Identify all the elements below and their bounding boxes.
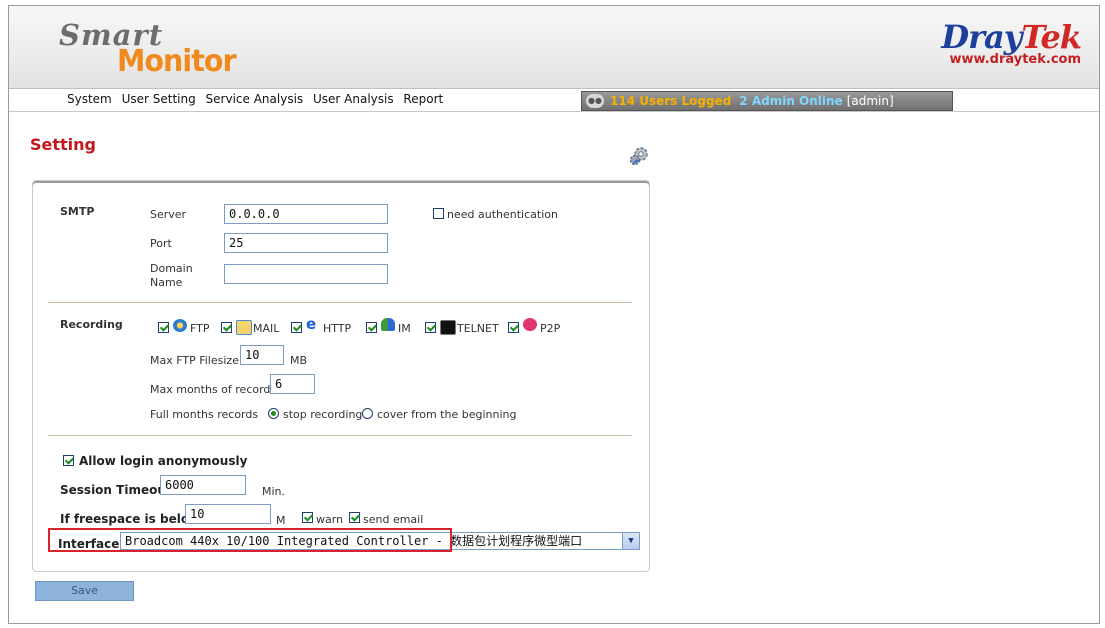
domain-label-line2: Name: [150, 276, 183, 289]
mail-checkbox[interactable]: [221, 322, 232, 333]
allow-anonymous-checkbox[interactable]: [63, 455, 74, 466]
server-label: Server: [150, 208, 187, 221]
http-label: HTTP: [323, 322, 352, 335]
smart-monitor-logo: Smart Monitor: [59, 18, 319, 84]
chevron-down-icon[interactable]: ▼: [622, 533, 639, 549]
freespace-unit: M: [276, 514, 286, 527]
send-email-label: send email: [363, 513, 424, 526]
users-logged: 114 Users Logged: [610, 94, 732, 108]
cover-from-beginning-radio[interactable]: [362, 408, 373, 419]
max-ftp-filesize-input[interactable]: [240, 345, 284, 365]
smtp-section-label: SMTP: [60, 205, 95, 218]
brand-dray: Dray: [941, 18, 1022, 56]
users-icon: ●●: [586, 94, 604, 108]
max-ftp-filesize-label: Max FTP Filesize: [150, 354, 239, 367]
divider: [48, 302, 632, 303]
menu-item-system[interactable]: System: [67, 92, 112, 106]
allow-anonymous-label: Allow login anonymously: [79, 454, 248, 468]
telnet-checkbox[interactable]: [425, 322, 436, 333]
header: Smart Monitor DrayTek www.draytek.com: [9, 6, 1099, 89]
divider: [48, 435, 632, 436]
mail-label: MAIL: [253, 322, 280, 335]
menu-item-user-analysis[interactable]: User Analysis: [313, 92, 394, 106]
domain-label-line1: Domain: [150, 262, 193, 275]
p2p-label: P2P: [540, 322, 561, 335]
max-ftp-filesize-unit: MB: [290, 354, 308, 367]
stop-recording-label: stop recording: [283, 408, 363, 421]
current-user[interactable]: [admin]: [847, 94, 894, 108]
ftp-icon: [173, 319, 187, 332]
highlight-annotation: [48, 528, 452, 552]
port-label: Port: [150, 237, 172, 250]
max-months-label: Max months of records: [150, 383, 277, 396]
ftp-label: FTP: [190, 322, 210, 335]
menu-item-service-analysis[interactable]: Service Analysis: [206, 92, 304, 106]
settings-gear-icon: [629, 147, 648, 166]
p2p-checkbox[interactable]: [508, 322, 519, 333]
ftp-checkbox[interactable]: [158, 322, 169, 333]
p2p-icon: [523, 318, 537, 331]
freespace-input[interactable]: [185, 504, 271, 524]
recording-section-label: Recording: [60, 318, 123, 331]
brand-tek: Tek: [1021, 18, 1082, 56]
menu-bar: System User Setting Service Analysis Use…: [9, 89, 1099, 112]
telnet-icon: [440, 320, 456, 335]
warn-checkbox[interactable]: [302, 512, 313, 523]
save-button[interactable]: Save: [35, 581, 134, 601]
need-authentication-checkbox[interactable]: [433, 208, 444, 219]
smtp-port-input[interactable]: [224, 233, 388, 253]
draytek-logo: DrayTek www.draytek.com: [941, 18, 1082, 67]
menu-item-report[interactable]: Report: [403, 92, 443, 106]
max-months-input[interactable]: [270, 374, 315, 394]
need-authentication-label: need authentication: [447, 208, 558, 221]
mail-icon: [236, 320, 252, 335]
im-label: IM: [398, 322, 411, 335]
http-checkbox[interactable]: [291, 322, 302, 333]
warn-label: warn: [316, 513, 344, 526]
im-checkbox[interactable]: [366, 322, 377, 333]
telnet-label: TELNET: [457, 322, 499, 335]
admins-online: 2 Admin Online: [739, 94, 843, 108]
send-email-checkbox[interactable]: [349, 512, 360, 523]
full-months-label: Full months records: [150, 408, 259, 421]
menu-item-user-setting[interactable]: User Setting: [122, 92, 196, 106]
session-timeout-input[interactable]: [160, 475, 246, 495]
http-icon: e: [306, 315, 317, 333]
smtp-server-input[interactable]: [224, 204, 388, 224]
brand-url: www.draytek.com: [949, 52, 1082, 67]
freespace-label: If freespace is below: [60, 512, 201, 526]
im-icon: [381, 318, 395, 331]
main-menu: System User Setting Service Analysis Use…: [67, 92, 449, 106]
session-timeout-unit: Min.: [262, 485, 286, 498]
status-bar: ●● 114 Users Logged 2 Admin Online [admin]: [581, 91, 953, 111]
stop-recording-radio[interactable]: [268, 408, 279, 419]
smtp-domain-input[interactable]: [224, 264, 388, 284]
cover-from-beginning-label: cover from the beginning: [377, 408, 517, 421]
logo-monitor-text: Monitor: [117, 44, 237, 79]
page-title: Setting: [30, 135, 96, 154]
session-timeout-label: Session Timeout: [60, 483, 172, 497]
